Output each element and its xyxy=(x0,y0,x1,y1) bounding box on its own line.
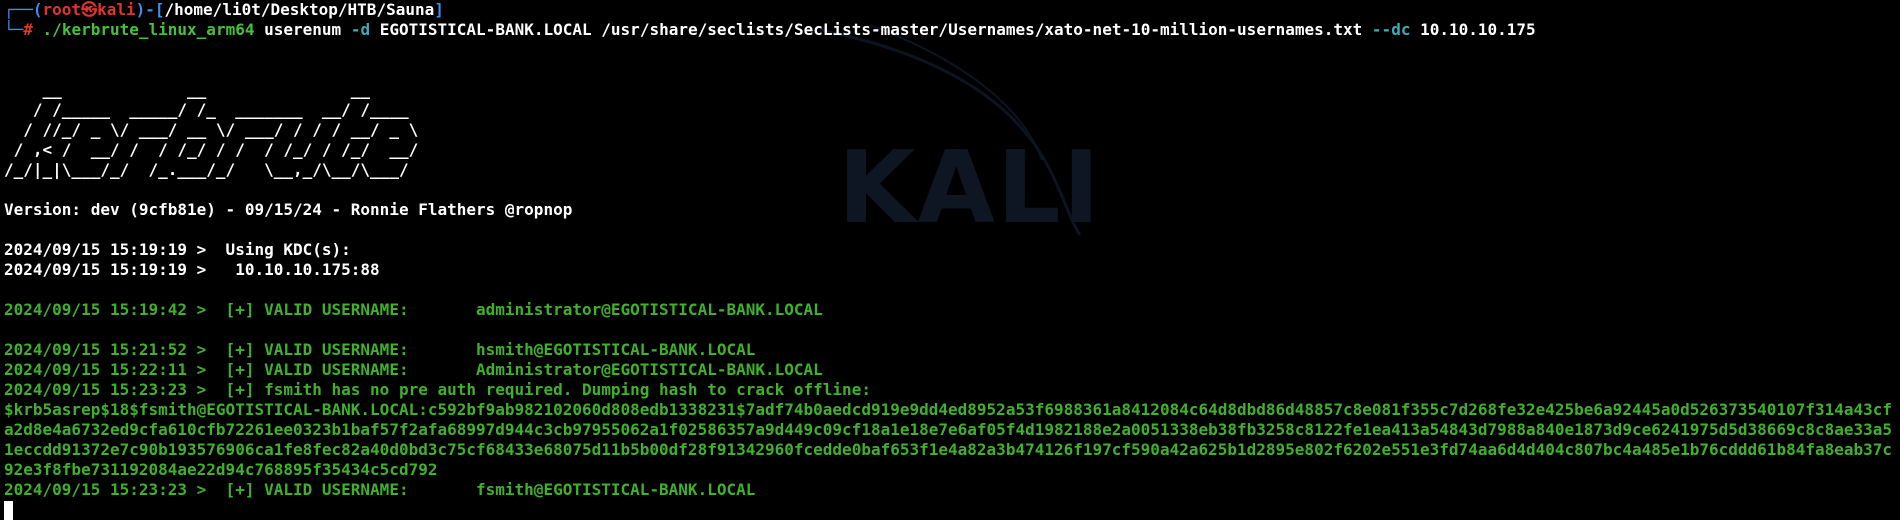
result-line: 2024/09/15 15:23:23 > [+] fsmith has no … xyxy=(4,380,871,399)
terminal-cursor xyxy=(4,501,13,520)
kerbrute-ascii-banner: __ __ __ / /_____ _____/ /_ _______ __/ … xyxy=(4,80,419,179)
root-hash-symbol: # xyxy=(23,20,33,39)
prompt-host: kali xyxy=(97,0,136,19)
command-domain: EGOTISTICAL-BANK.LOCAL xyxy=(379,20,592,39)
skull-icon: ㉿ xyxy=(81,0,98,19)
prompt-user: root xyxy=(42,0,82,19)
result-line: 2024/09/15 15:19:42 > [+] VALID USERNAME… xyxy=(4,300,823,319)
command-wordlist: /usr/share/seclists/SecLists-master/User… xyxy=(601,20,1363,39)
version-line: Version: dev (9cfb81e) - 09/15/24 - Ronn… xyxy=(4,200,573,219)
prompt-separator: )-[ xyxy=(135,0,165,19)
command-flag-dc: --dc xyxy=(1371,20,1411,39)
kdc-line: 2024/09/15 15:19:19 > Using KDC(s): xyxy=(4,240,351,259)
command-dc-ip: 10.10.10.175 xyxy=(1420,20,1536,39)
command-line: └─# ./kerbrute_linux_arm64 userenum -d E… xyxy=(4,20,1896,40)
asrep-hash-dump[interactable]: $krb5asrep$18$fsmith@EGOTISTICAL-BANK.LO… xyxy=(4,400,1896,480)
result-line: 2024/09/15 15:22:11 > [+] VALID USERNAME… xyxy=(4,360,823,379)
prompt-cwd: /home/li0t/Desktop/HTB/Sauna xyxy=(164,0,435,19)
prompt-line-top: ┌──(root㉿kali)-[/home/li0t/Desktop/HTB/S… xyxy=(4,0,1896,20)
command-subcommand: userenum xyxy=(264,20,342,39)
prompt-box-corner-bottom: └─ xyxy=(4,20,24,39)
result-line: 2024/09/15 15:21:52 > [+] VALID USERNAME… xyxy=(4,340,756,359)
kdc-line: 2024/09/15 15:19:19 > 10.10.10.175:88 xyxy=(4,260,380,279)
prompt-close-bracket: ] xyxy=(434,0,444,19)
prompt-box-corner: ┌──( xyxy=(4,0,43,19)
terminal-output[interactable]: ┌──(root㉿kali)-[/home/li0t/Desktop/HTB/S… xyxy=(4,0,1896,520)
cursor-line[interactable] xyxy=(4,500,1896,520)
command-executable: ./kerbrute_linux_arm64 xyxy=(42,20,255,39)
result-line-final: 2024/09/15 15:23:23 > [+] VALID USERNAME… xyxy=(4,480,756,499)
command-flag-d: -d xyxy=(350,20,371,39)
